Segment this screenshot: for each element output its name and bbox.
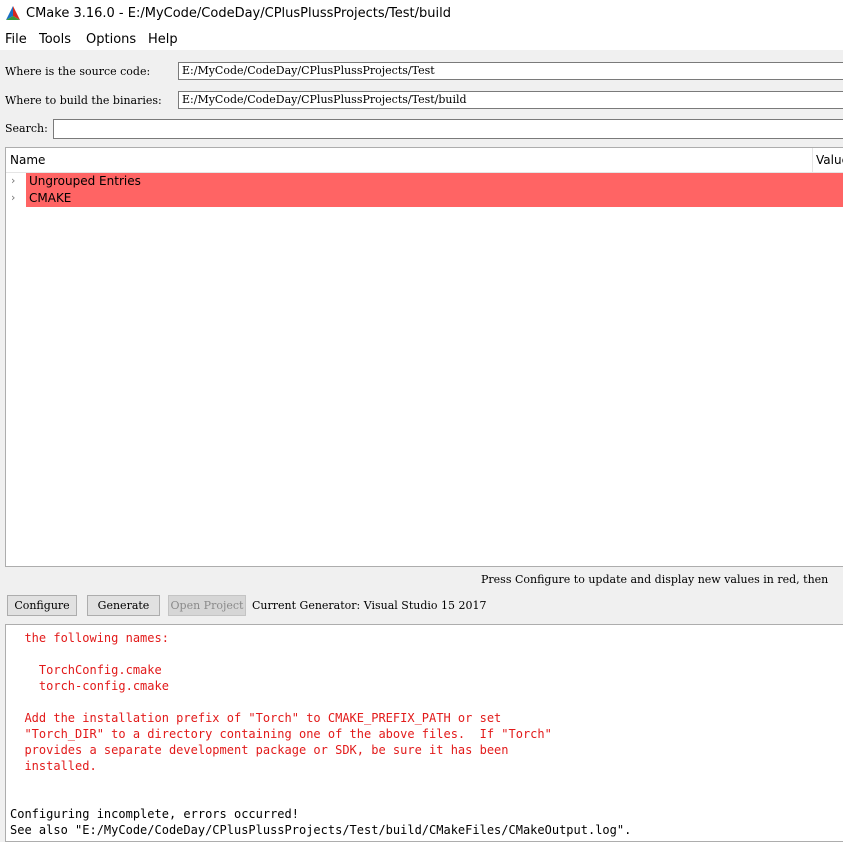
output-line: TorchConfig.cmake (10, 663, 162, 677)
open-project-button[interactable]: Open Project (168, 595, 246, 616)
menu-file[interactable]: File (5, 32, 27, 47)
expand-arrow-icon[interactable]: › (11, 191, 15, 204)
output-line: Add the installation prefix of "Torch" t… (10, 711, 502, 725)
output-line: provides a separate development package … (10, 743, 509, 757)
row-highlight (26, 173, 843, 190)
title-bar: CMake 3.16.0 - E:/MyCode/CodeDay/CPlusPl… (0, 0, 843, 28)
build-path-field[interactable]: E:/MyCode/CodeDay/CPlusPlussProjects/Tes… (178, 91, 843, 109)
output-line: installed. (10, 759, 97, 773)
window-title: CMake 3.16.0 - E:/MyCode/CodeDay/CPlusPl… (26, 6, 451, 21)
row-highlight (26, 190, 843, 207)
cmake-logo-icon (6, 6, 20, 20)
output-line: torch-config.cmake (10, 679, 169, 693)
column-separator[interactable] (812, 148, 813, 172)
menu-help[interactable]: Help (148, 32, 178, 47)
column-value-header[interactable]: Value (816, 153, 843, 167)
menu-bar: File Tools Options Help (0, 28, 843, 50)
configure-button[interactable]: Configure (7, 595, 77, 616)
generate-button[interactable]: Generate (87, 595, 160, 616)
output-line: Configuring incomplete, errors occurred! (10, 807, 299, 821)
tree-row-ungrouped-entries[interactable]: › Ungrouped Entries (6, 173, 843, 190)
current-generator: Current Generator: Visual Studio 15 2017 (252, 599, 487, 612)
output-line: "Torch_DIR" to a directory containing on… (10, 727, 552, 741)
build-label: Where to build the binaries: (5, 94, 162, 107)
expand-arrow-icon[interactable]: › (11, 174, 15, 187)
cache-tree[interactable]: Name Value › Ungrouped Entries › CMAKE (5, 147, 843, 567)
column-name-header[interactable]: Name (10, 153, 45, 167)
search-label: Search: (5, 122, 48, 135)
tree-header: Name Value (6, 148, 843, 173)
menu-tools[interactable]: Tools (39, 32, 71, 47)
search-input[interactable] (53, 119, 843, 139)
tree-row-label: CMAKE (29, 191, 72, 205)
source-label: Where is the source code: (5, 65, 151, 78)
output-line: See also "E:/MyCode/CodeDay/CPlusPlussPr… (10, 823, 632, 837)
output-log[interactable]: the following names: TorchConfig.cmake t… (5, 624, 843, 842)
tree-row-cmake[interactable]: › CMAKE (6, 190, 843, 207)
tree-row-label: Ungrouped Entries (29, 174, 141, 188)
menu-options[interactable]: Options (86, 32, 136, 47)
source-path-field[interactable]: E:/MyCode/CodeDay/CPlusPlussProjects/Tes… (178, 62, 843, 80)
configure-hint: Press Configure to update and display ne… (481, 573, 829, 586)
output-line: the following names: (10, 631, 169, 645)
